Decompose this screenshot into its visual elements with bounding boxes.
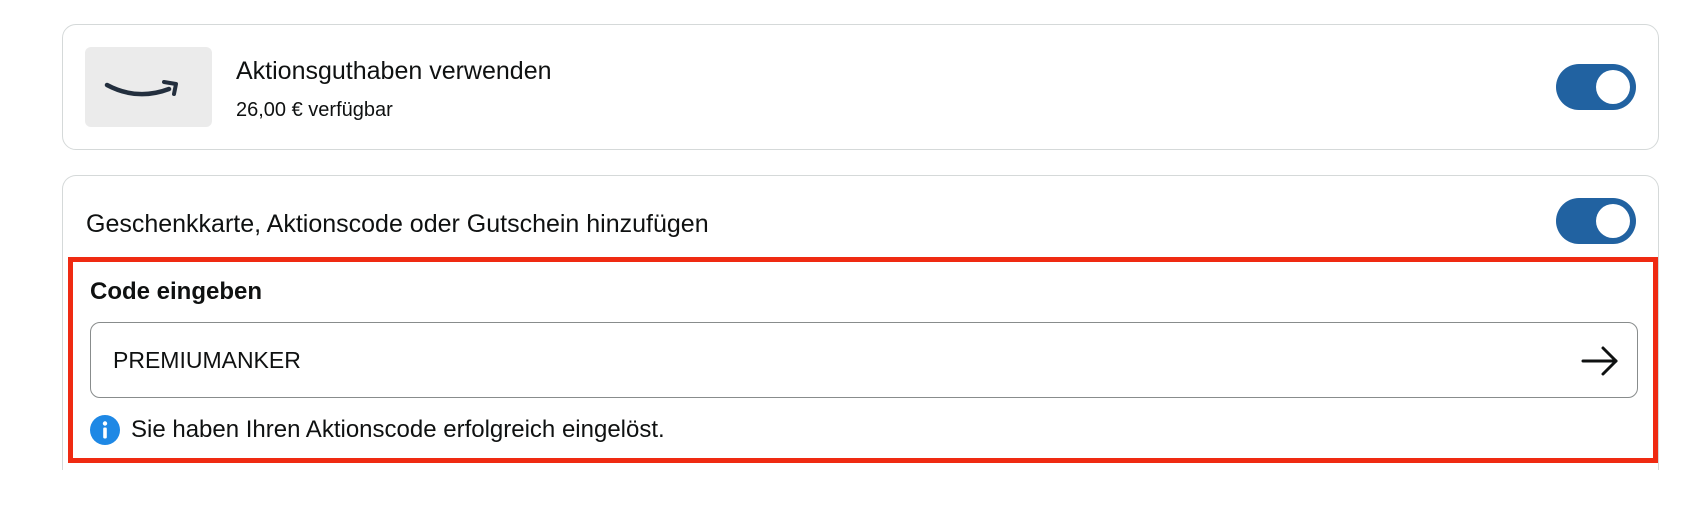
code-input[interactable] xyxy=(113,341,1493,379)
arrow-right-icon xyxy=(1581,346,1618,376)
code-input-field[interactable] xyxy=(90,322,1638,398)
promo-credit-card: Aktionsguthaben verwenden 26,00 € verfüg… xyxy=(62,24,1659,150)
promo-credit-toggle[interactable] xyxy=(1556,64,1636,110)
code-label: Code eingeben xyxy=(90,278,263,305)
amazon-logo-tile xyxy=(85,47,212,127)
submit-code-button[interactable] xyxy=(1579,340,1621,382)
promo-credit-available: 26,00 € verfügbar xyxy=(236,99,393,121)
promo-credit-title: Aktionsguthaben verwenden xyxy=(236,57,552,85)
amazon-smile-logo-icon xyxy=(104,80,178,97)
toggle-knob xyxy=(1596,204,1630,238)
gift-card-toggle[interactable] xyxy=(1556,198,1636,244)
toggle-knob xyxy=(1596,70,1630,104)
code-entry-highlight: Code eingeben Sie haben Ihren Aktionscod… xyxy=(68,257,1658,463)
info-icon xyxy=(90,415,120,445)
gift-card-title: Geschenkkarte, Aktionscode oder Gutschei… xyxy=(86,210,709,238)
success-message: Sie haben Ihren Aktionscode erfolgreich … xyxy=(131,416,665,443)
